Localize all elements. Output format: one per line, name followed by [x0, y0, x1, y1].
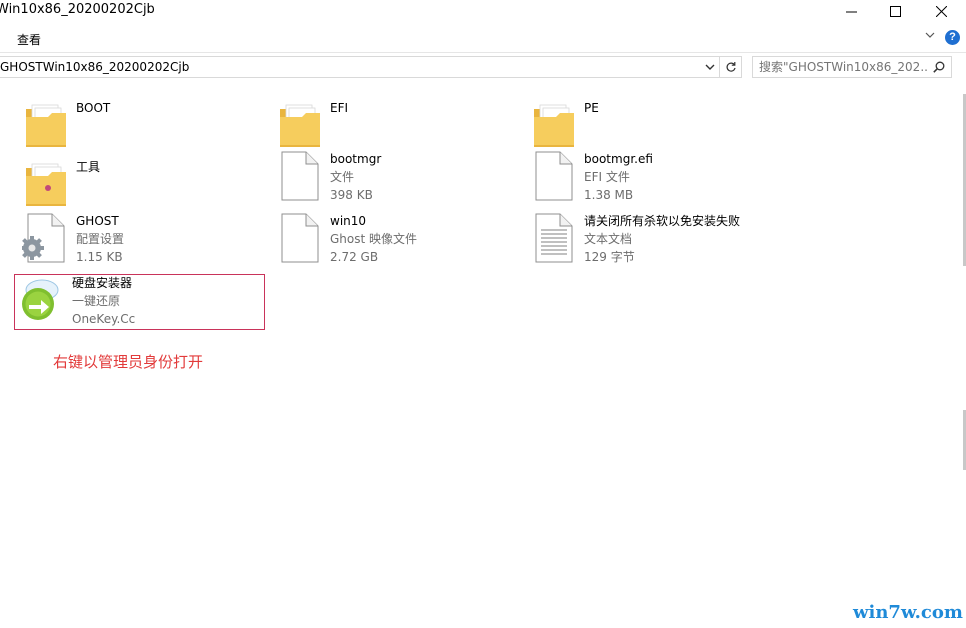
search-input[interactable]	[759, 60, 927, 74]
item-name: win10	[330, 214, 367, 228]
refresh-button[interactable]	[720, 56, 742, 78]
file-item-win10[interactable]: win10 Ghost 映像文件 2.72 GB	[276, 212, 516, 266]
file-icon	[276, 150, 324, 202]
item-name: 工具	[76, 160, 101, 174]
file-item-bootmgr[interactable]: bootmgr 文件 398 KB	[276, 150, 516, 204]
address-path: GHOSTWin10x86_20200202Cjb	[0, 60, 190, 74]
ribbon: 查看 ?	[0, 22, 966, 53]
close-icon	[935, 5, 947, 17]
title-bar: Win10x86_20200202Cjb	[0, 0, 966, 22]
item-type: Ghost 映像文件	[330, 232, 418, 246]
folder-icon	[530, 99, 578, 151]
help-icon[interactable]: ?	[945, 30, 960, 45]
item-size: 2.72 GB	[330, 250, 379, 264]
refresh-icon	[726, 62, 736, 72]
installer-app-icon	[22, 279, 59, 320]
file-icon	[276, 212, 324, 264]
config-file-icon	[22, 212, 70, 264]
window-title: Win10x86_20200202Cjb	[0, 2, 155, 17]
folder-icon	[22, 99, 70, 151]
item-type: EFI 文件	[584, 170, 630, 184]
item-name: bootmgr	[330, 152, 382, 166]
file-item-bootmgr-efi[interactable]: bootmgr.efi EFI 文件 1.38 MB	[530, 150, 770, 204]
folder-item-tools[interactable]: 工具	[22, 158, 262, 212]
minimize-icon	[845, 11, 857, 12]
minimize-button[interactable]	[828, 0, 874, 22]
file-item-ghost[interactable]: GHOST 配置设置 1.15 KB	[22, 212, 262, 266]
item-name: GHOST	[76, 214, 119, 228]
item-size: 1.15 KB	[76, 250, 123, 264]
item-type: 配置设置	[76, 232, 125, 246]
item-type: 文本文档	[584, 232, 633, 246]
file-item-readme-txt[interactable]: 请关闭所有杀软以免安装失败 文本文档 129 字节	[530, 212, 770, 266]
file-icon	[530, 150, 578, 202]
item-name: 请关闭所有杀软以免安装失败	[584, 214, 741, 228]
maximize-button[interactable]	[872, 0, 918, 22]
item-size: 1.38 MB	[584, 188, 634, 202]
folder-item-pe[interactable]: PE	[530, 99, 770, 153]
file-item-installer[interactable]: 硬盘安装器 一键还原 OneKey.Cc	[18, 274, 258, 328]
item-size: 398 KB	[330, 188, 373, 202]
folder-item-boot[interactable]: BOOT	[22, 99, 262, 153]
item-size: OneKey.Cc	[72, 312, 136, 326]
item-name: 硬盘安装器	[72, 276, 133, 290]
annotation-text: 右键以管理员身份打开	[53, 353, 204, 371]
watermark-logo: win7w.com	[853, 602, 963, 623]
search-icon[interactable]	[933, 61, 945, 73]
folder-icon	[276, 99, 324, 151]
item-size: 129 字节	[584, 250, 635, 264]
folder-icon	[22, 158, 70, 210]
address-bar[interactable]: GHOSTWin10x86_20200202Cjb	[0, 56, 720, 78]
item-name: EFI	[330, 101, 349, 115]
item-name: bootmgr.efi	[584, 152, 653, 166]
folder-item-efi[interactable]: EFI	[276, 99, 516, 153]
item-name: PE	[584, 101, 599, 115]
item-name: BOOT	[76, 101, 111, 115]
ribbon-expand-chevron-icon[interactable]	[925, 31, 935, 39]
item-type: 文件	[330, 170, 355, 184]
search-box[interactable]	[752, 56, 952, 78]
address-dropdown-chevron-icon[interactable]	[704, 61, 716, 73]
tab-view[interactable]: 查看	[17, 31, 41, 48]
close-button[interactable]	[918, 0, 964, 22]
item-type: 一键还原	[72, 294, 121, 308]
maximize-icon	[889, 5, 901, 17]
text-file-icon	[530, 212, 578, 264]
